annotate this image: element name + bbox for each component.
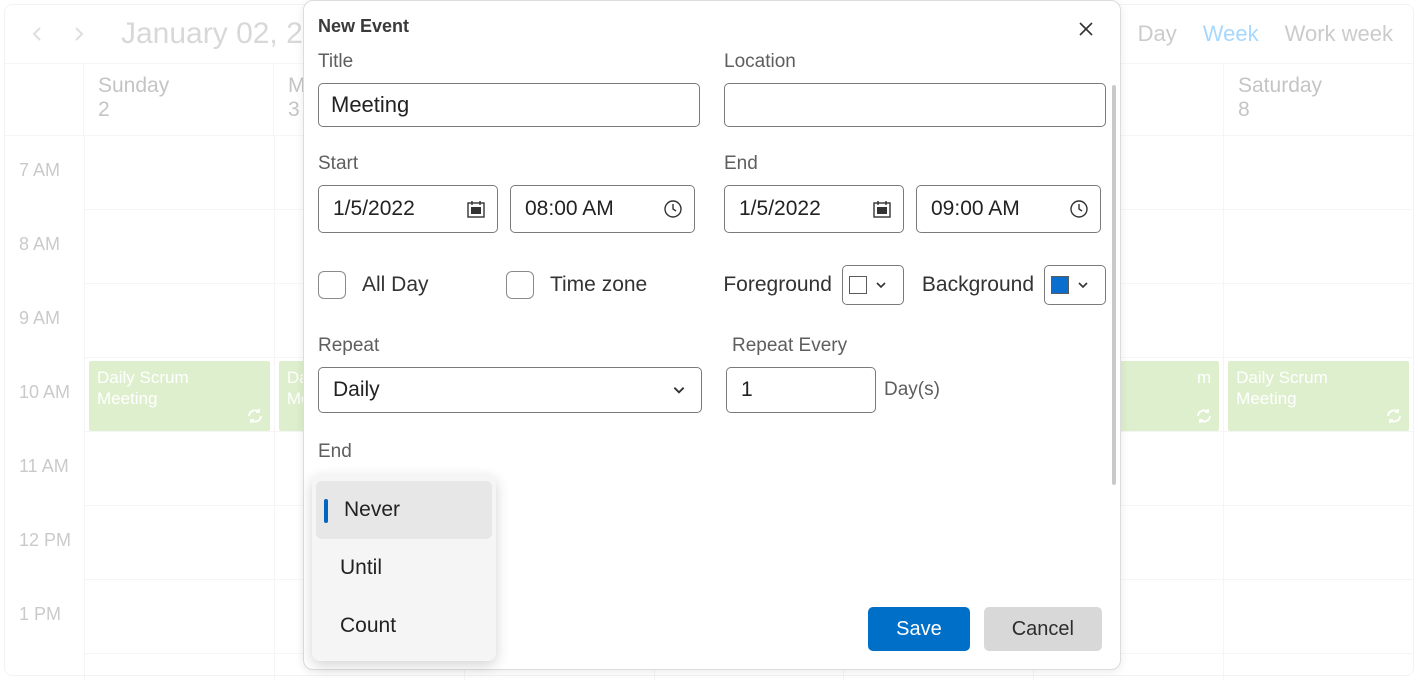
cancel-button[interactable]: Cancel (984, 607, 1102, 651)
background-label: Background (922, 273, 1034, 297)
start-label: Start (318, 153, 700, 175)
chevron-down-icon (671, 382, 687, 398)
title-label: Title (318, 51, 700, 73)
dialog-title: New Event (304, 1, 1120, 47)
start-date-input[interactable]: 1/5/2022 (318, 185, 498, 233)
allday-label: All Day (362, 273, 429, 297)
clock-icon (662, 198, 684, 220)
end-time-value: 09:00 AM (931, 197, 1020, 221)
foreground-color-picker[interactable] (842, 265, 904, 305)
start-date-value: 1/5/2022 (333, 197, 415, 221)
end-label: End (724, 153, 1106, 175)
dropdown-option-never[interactable]: Never (316, 481, 492, 539)
title-input[interactable] (318, 83, 700, 127)
calendar-icon (871, 198, 893, 220)
chevron-down-icon (873, 277, 889, 293)
repeat-select[interactable]: Daily (318, 367, 702, 413)
start-time-value: 08:00 AM (525, 197, 614, 221)
start-time-input[interactable]: 08:00 AM (510, 185, 695, 233)
end-date-input[interactable]: 1/5/2022 (724, 185, 904, 233)
save-button[interactable]: Save (868, 607, 970, 651)
dropdown-option-until[interactable]: Until (312, 539, 496, 597)
location-label: Location (724, 51, 1106, 73)
timezone-checkbox[interactable] (506, 271, 534, 299)
close-button[interactable] (1072, 15, 1100, 43)
repeat-label: Repeat (318, 335, 702, 357)
end-recurrence-dropdown: Never Until Count (312, 475, 496, 661)
repeat-every-label: Repeat Every (732, 335, 940, 357)
close-icon (1078, 21, 1094, 37)
dropdown-option-count[interactable]: Count (312, 597, 496, 655)
end-time-input[interactable]: 09:00 AM (916, 185, 1101, 233)
foreground-label: Foreground (723, 273, 832, 297)
end-date-value: 1/5/2022 (739, 197, 821, 221)
chevron-down-icon (1075, 277, 1091, 293)
clock-icon (1068, 198, 1090, 220)
calendar-icon (465, 198, 487, 220)
repeat-every-value: 1 (741, 378, 753, 402)
repeat-every-input[interactable]: 1 (726, 367, 876, 413)
repeat-value: Daily (333, 378, 380, 402)
foreground-swatch (849, 276, 867, 294)
end-recurrence-label: End (318, 441, 352, 462)
allday-checkbox[interactable] (318, 271, 346, 299)
background-swatch (1051, 276, 1069, 294)
repeat-every-unit: Day(s) (884, 379, 940, 401)
background-color-picker[interactable] (1044, 265, 1106, 305)
timezone-label: Time zone (550, 273, 647, 297)
location-input[interactable] (724, 83, 1106, 127)
